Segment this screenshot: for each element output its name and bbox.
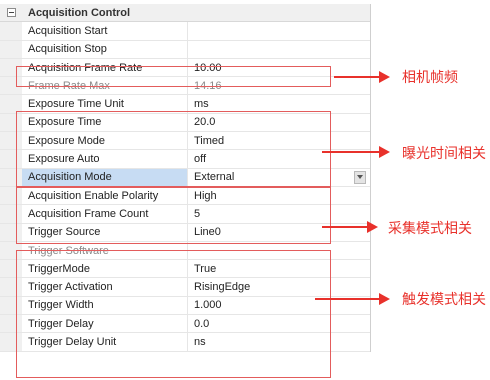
property-value[interactable]: 5 [188,205,370,222]
category-label: Acquisition Control [28,6,131,19]
property-row-acquisition-frame-rate[interactable]: Acquisition Frame Rate 10.00 [0,58,370,78]
property-name: Trigger Source [22,223,188,241]
property-row-acquisition-stop[interactable]: Acquisition Stop [0,40,370,59]
property-row-trigger-source[interactable]: Trigger Source Line0 [0,223,370,242]
annotation-frame-rate: 相机帧频 [402,70,458,86]
arrow-right-icon [334,71,390,83]
property-row-trigger-mode[interactable]: TriggerMode True [0,260,370,279]
property-value[interactable] [188,22,370,39]
property-value[interactable]: True [188,260,370,277]
property-row-exposure-auto[interactable]: Exposure Auto off [0,150,370,169]
annotation-exposure: 曝光时间相关 [402,146,486,162]
property-row-acquisition-frame-count[interactable]: Acquisition Frame Count 5 [0,205,370,224]
property-name: Exposure Auto [22,150,188,168]
annotation-trigger: 触发模式相关 [402,292,486,308]
property-value [188,242,370,259]
property-row-acquisition-start[interactable]: Acquisition Start [0,22,370,41]
arrow-right-icon [322,221,378,233]
category-acquisition-control[interactable]: Acquisition Control [0,4,370,23]
property-name: Exposure Time [22,113,188,132]
property-name: Trigger Software [22,241,188,260]
property-value[interactable]: External [188,169,370,186]
property-name: Trigger Width [22,296,188,315]
property-name: Exposure Mode [22,132,188,150]
property-row-trigger-software: Trigger Software [0,241,370,261]
property-value[interactable]: ms [188,95,370,112]
property-value[interactable]: 0.0 [188,315,370,332]
property-row-frame-rate-max: Frame Rate Max 14.16 [0,77,370,96]
property-name: Exposure Time Unit [22,95,188,113]
annotation-acquisition-mode: 采集模式相关 [388,221,472,237]
property-value[interactable]: 10.00 [188,59,370,76]
property-value[interactable] [188,41,370,58]
property-row-exposure-mode[interactable]: Exposure Mode Timed [0,132,370,151]
property-value[interactable]: High [188,187,370,204]
property-row-trigger-delay[interactable]: Trigger Delay 0.0 [0,315,370,334]
property-row-acquisition-mode[interactable]: Acquisition Mode External [0,168,370,187]
property-row-acquisition-enable-polarity[interactable]: Acquisition Enable Polarity High [0,186,370,206]
property-name: Acquisition Frame Count [22,205,188,223]
property-name: Frame Rate Max [22,77,188,95]
property-name: Acquisition Mode [22,168,188,186]
collapse-minus-icon[interactable] [6,8,16,18]
property-name: Trigger Activation [22,278,188,296]
property-name: Acquisition Start [22,22,188,40]
property-value: 14.16 [194,79,222,92]
property-value[interactable]: RisingEdge [188,278,370,295]
property-name: Acquisition Stop [22,40,188,58]
property-value[interactable]: 20.0 [188,114,370,131]
property-row-trigger-activation[interactable]: Trigger Activation RisingEdge [0,278,370,297]
property-row-exposure-time[interactable]: Exposure Time 20.0 [0,113,370,133]
property-name: Acquisition Enable Polarity [22,186,188,205]
chevron-down-icon[interactable] [354,170,366,184]
property-name: Trigger Delay Unit [22,333,188,351]
property-name: TriggerMode [22,260,188,278]
property-name: Acquisition Frame Rate [22,58,188,77]
arrow-right-icon [315,293,390,305]
arrow-right-icon [322,146,390,158]
property-row-exposure-time-unit[interactable]: Exposure Time Unit ms [0,95,370,114]
property-row-trigger-delay-unit[interactable]: Trigger Delay Unit ns [0,333,370,352]
property-name: Trigger Delay [22,315,188,333]
property-value[interactable]: ns [188,333,370,350]
property-value[interactable]: Timed [188,132,370,149]
